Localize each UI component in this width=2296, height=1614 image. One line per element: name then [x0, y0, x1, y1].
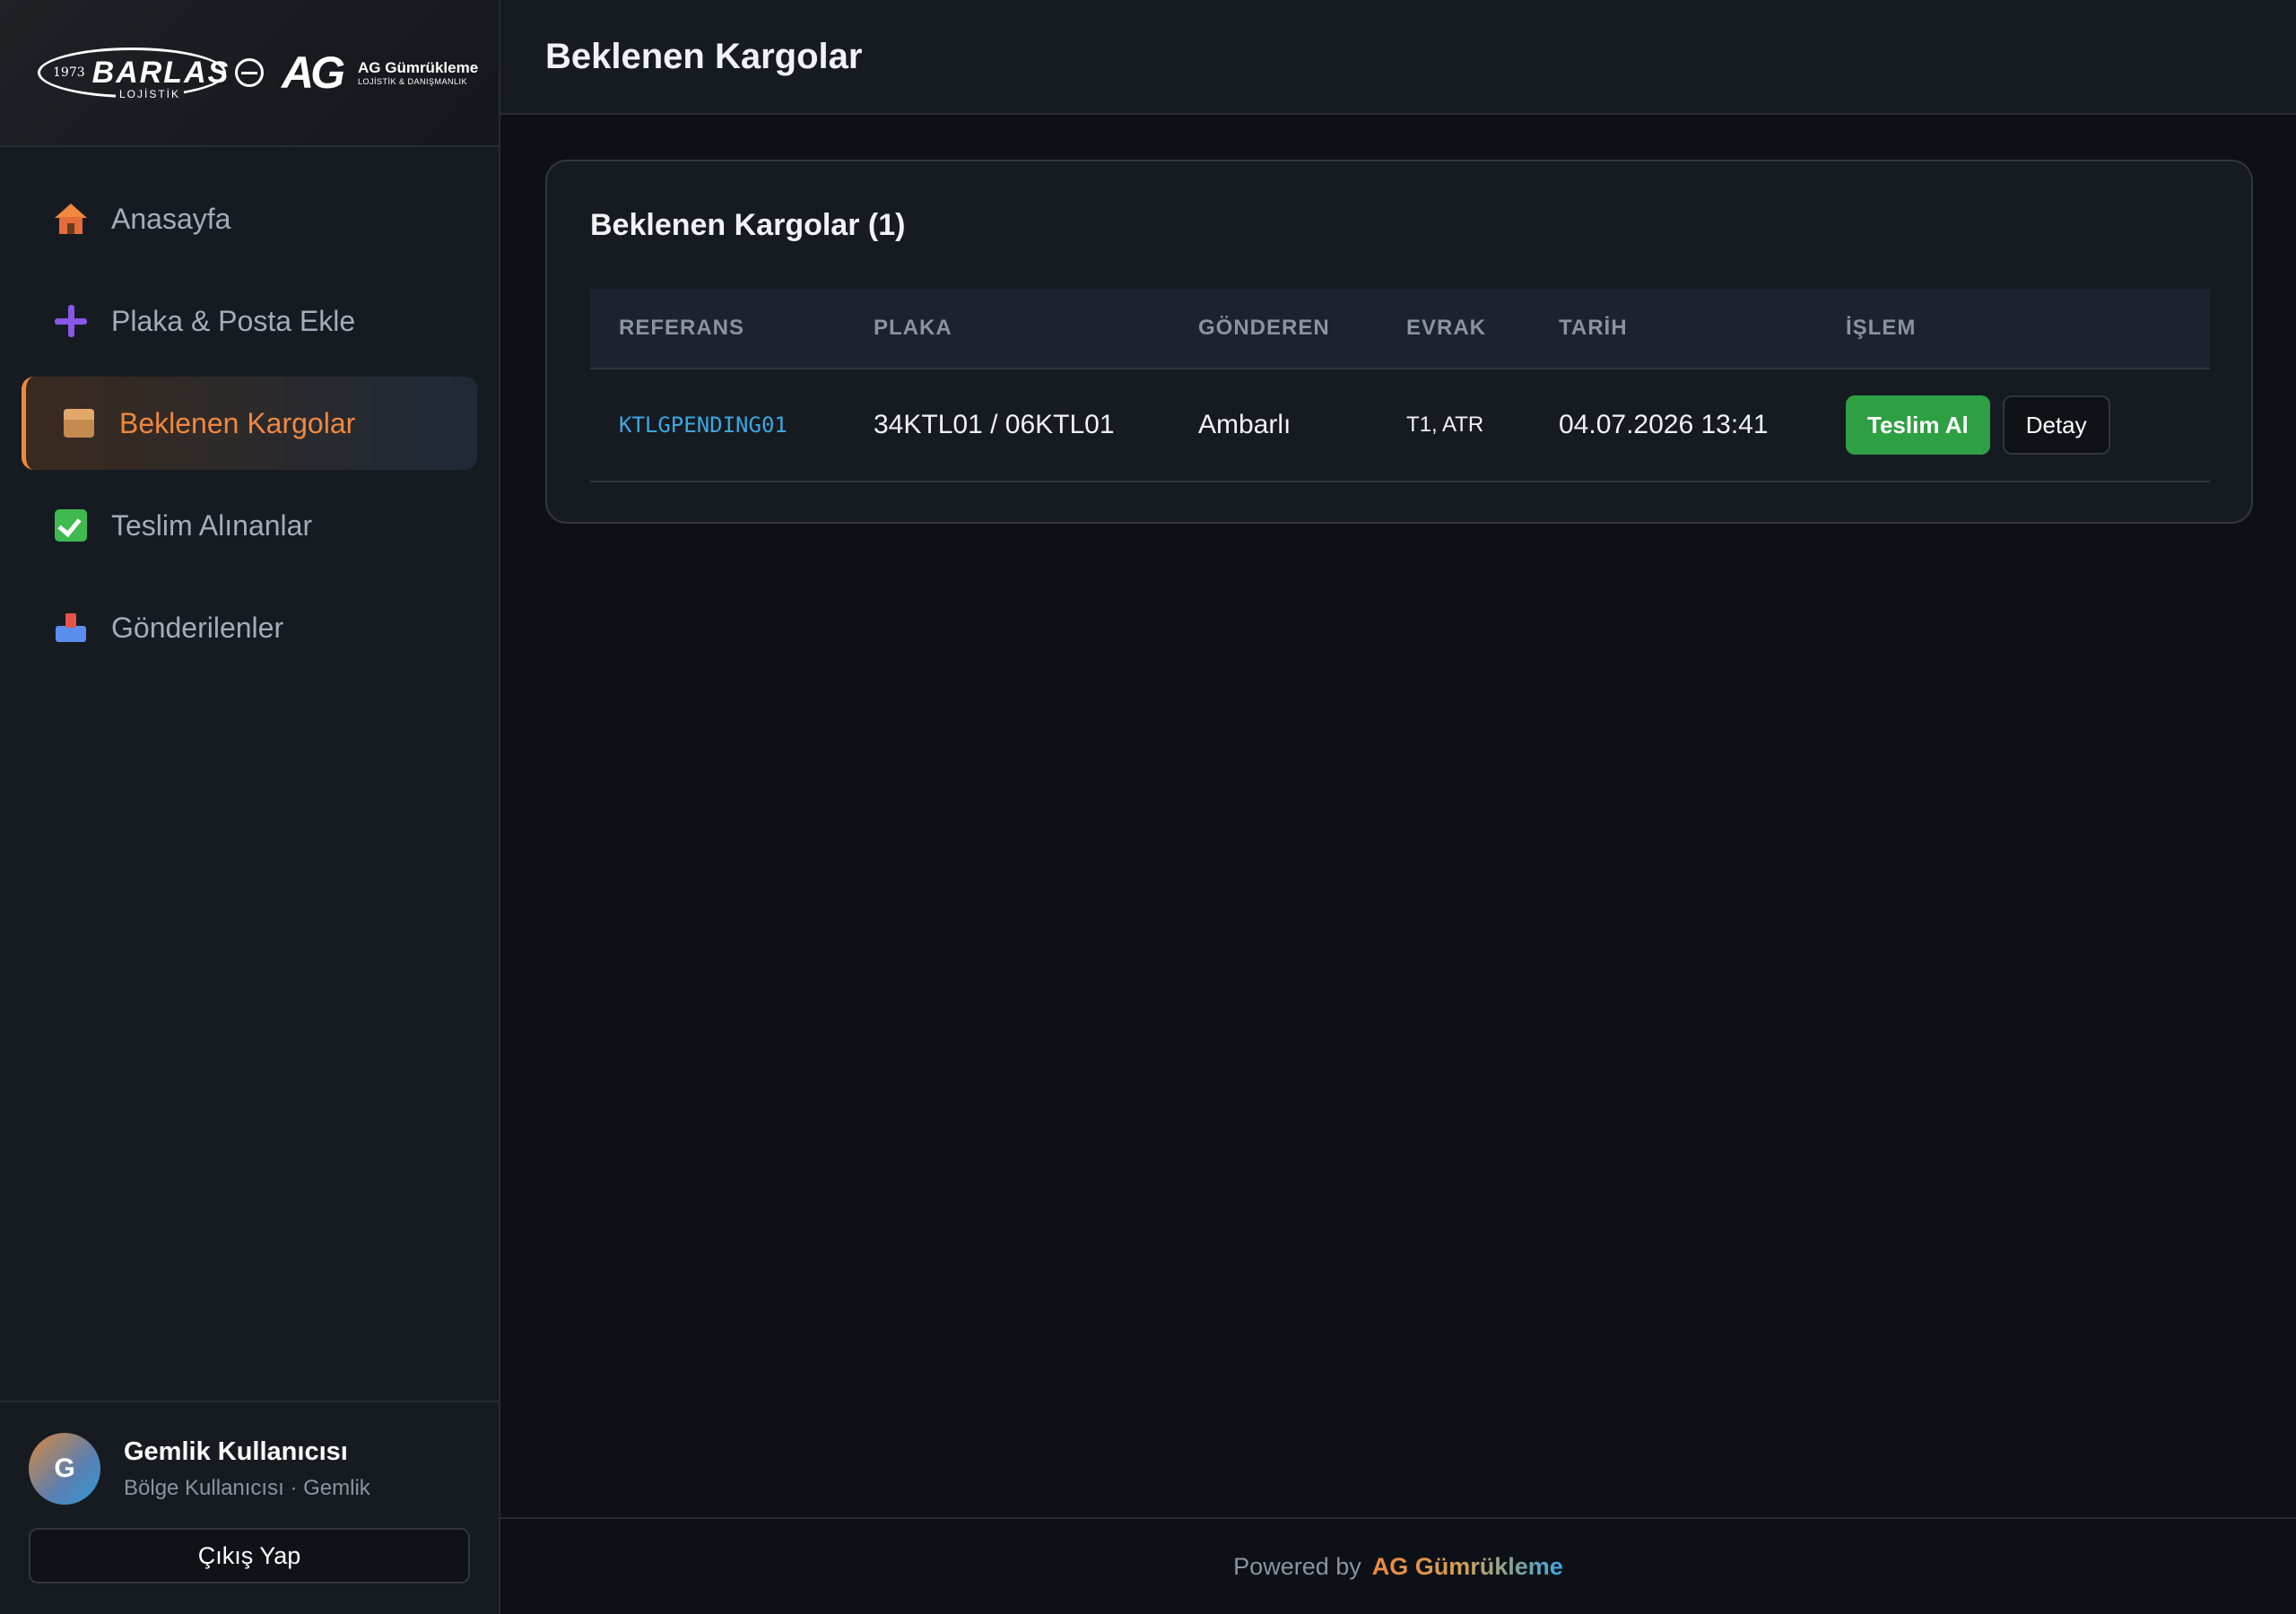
- ag-logo-mark: AG: [282, 48, 345, 98]
- cell-gonderen: Ambarlı: [1198, 410, 1292, 439]
- cell-referans[interactable]: KTLGPENDING01: [590, 412, 874, 438]
- brand-logos[interactable]: 1973 BARLAS LOJİSTİK AG AG Gümrükleme LO…: [0, 0, 499, 147]
- user-info: G Gemlik Kullanıcısı Bölge Kullanıcısı ·…: [29, 1433, 470, 1505]
- table-row: KTLGPENDING01 34KTL01 / 06KTL01 Ambarlı …: [590, 369, 2210, 482]
- barlas-logo-word: BARLAS: [91, 55, 230, 90]
- cell-plaka: 34KTL01 / 06KTL01: [874, 410, 1115, 439]
- footer-brand-link[interactable]: AG Gümrükleme: [1372, 1553, 1563, 1581]
- ag-logo-desc: LOJİSTİK & DANIŞMANLIK: [358, 77, 468, 86]
- top-bar: Beklenen Kargolar: [500, 0, 2296, 115]
- sidebar-item-gonderilenler[interactable]: Gönderilenler: [22, 581, 477, 674]
- pending-cargo-card: Beklenen Kargolar (1) REFERANS PLAKA GÖN…: [545, 160, 2253, 524]
- user-panel: G Gemlik Kullanıcısı Bölge Kullanıcısı ·…: [0, 1401, 499, 1614]
- package-icon: [62, 406, 96, 440]
- reference-link[interactable]: KTLGPENDING01: [619, 412, 787, 438]
- user-text: Gemlik Kullanıcısı Bölge Kullanıcısı · G…: [124, 1437, 370, 1501]
- barlas-logo-year: 1973: [53, 65, 85, 80]
- ag-logo-text: AG Gümrükleme LOJİSTİK & DANIŞMANLIK: [358, 59, 478, 86]
- wheel-icon: [235, 58, 264, 87]
- column-header-islem: İŞLEM: [1846, 316, 1917, 340]
- column-header-tarih: TARİH: [1559, 316, 1628, 340]
- avatar: G: [29, 1433, 100, 1505]
- footer-prefix: Powered by: [1233, 1552, 1361, 1580]
- pending-cargo-table: REFERANS PLAKA GÖNDEREN EVRAK TARİH İŞLE…: [590, 289, 2210, 482]
- sidebar: 1973 BARLAS LOJİSTİK AG AG Gümrükleme LO…: [0, 0, 500, 1614]
- sidebar-item-label: Teslim Alınanlar: [111, 508, 313, 542]
- sidebar-nav: Anasayfa Plaka & Posta Ekle Beklenen Kar…: [0, 147, 499, 674]
- table-header: REFERANS PLAKA GÖNDEREN EVRAK TARİH İŞLE…: [590, 289, 2210, 369]
- ag-logo-name: AG Gümrükleme: [358, 59, 479, 76]
- user-role: Bölge Kullanıcısı · Gemlik: [124, 1475, 370, 1500]
- check-icon: [54, 508, 88, 542]
- sidebar-item-teslim-alinanlar[interactable]: Teslim Alınanlar: [22, 479, 477, 572]
- plus-icon: [54, 304, 88, 338]
- barlas-logo: 1973 BARLAS LOJİSTİK: [38, 48, 264, 100]
- column-header-plaka: PLAKA: [874, 316, 952, 340]
- sidebar-item-label: Gönderilenler: [111, 611, 284, 644]
- detail-button[interactable]: Detay: [2002, 395, 2110, 455]
- barlas-logo-oval: 1973 BARLAS LOJİSTİK: [38, 48, 228, 100]
- home-icon: [54, 202, 88, 236]
- barlas-logo-sub: LOJİSTİK: [115, 88, 184, 100]
- cell-evrak: T1, ATR: [1406, 412, 1484, 437]
- sidebar-item-label: Beklenen Kargolar: [119, 406, 356, 439]
- cell-islem: Teslim Al Detay: [1846, 395, 2210, 455]
- receive-button[interactable]: Teslim Al: [1846, 395, 1990, 455]
- column-header-gonderen: GÖNDEREN: [1198, 316, 1330, 340]
- cell-tarih: 04.07.2026 13:41: [1559, 410, 1769, 439]
- logout-button[interactable]: Çıkış Yap: [29, 1528, 470, 1584]
- card-title: Beklenen Kargolar (1): [590, 208, 906, 242]
- sidebar-item-label: Plaka & Posta Ekle: [111, 304, 356, 337]
- sidebar-item-beklenen-kargolar[interactable]: Beklenen Kargolar: [22, 377, 477, 470]
- column-header-evrak: EVRAK: [1406, 316, 1487, 340]
- sidebar-item-plaka-posta-ekle[interactable]: Plaka & Posta Ekle: [22, 274, 477, 368]
- page-title: Beklenen Kargolar: [545, 36, 863, 76]
- sidebar-item-label: Anasayfa: [111, 202, 231, 235]
- footer: Powered by AG Gümrükleme: [500, 1517, 2296, 1614]
- outbox-icon: [54, 611, 88, 645]
- user-name: Gemlik Kullanıcısı: [124, 1436, 348, 1466]
- column-header-referans: REFERANS: [619, 316, 745, 340]
- sidebar-item-anasayfa[interactable]: Anasayfa: [22, 172, 477, 265]
